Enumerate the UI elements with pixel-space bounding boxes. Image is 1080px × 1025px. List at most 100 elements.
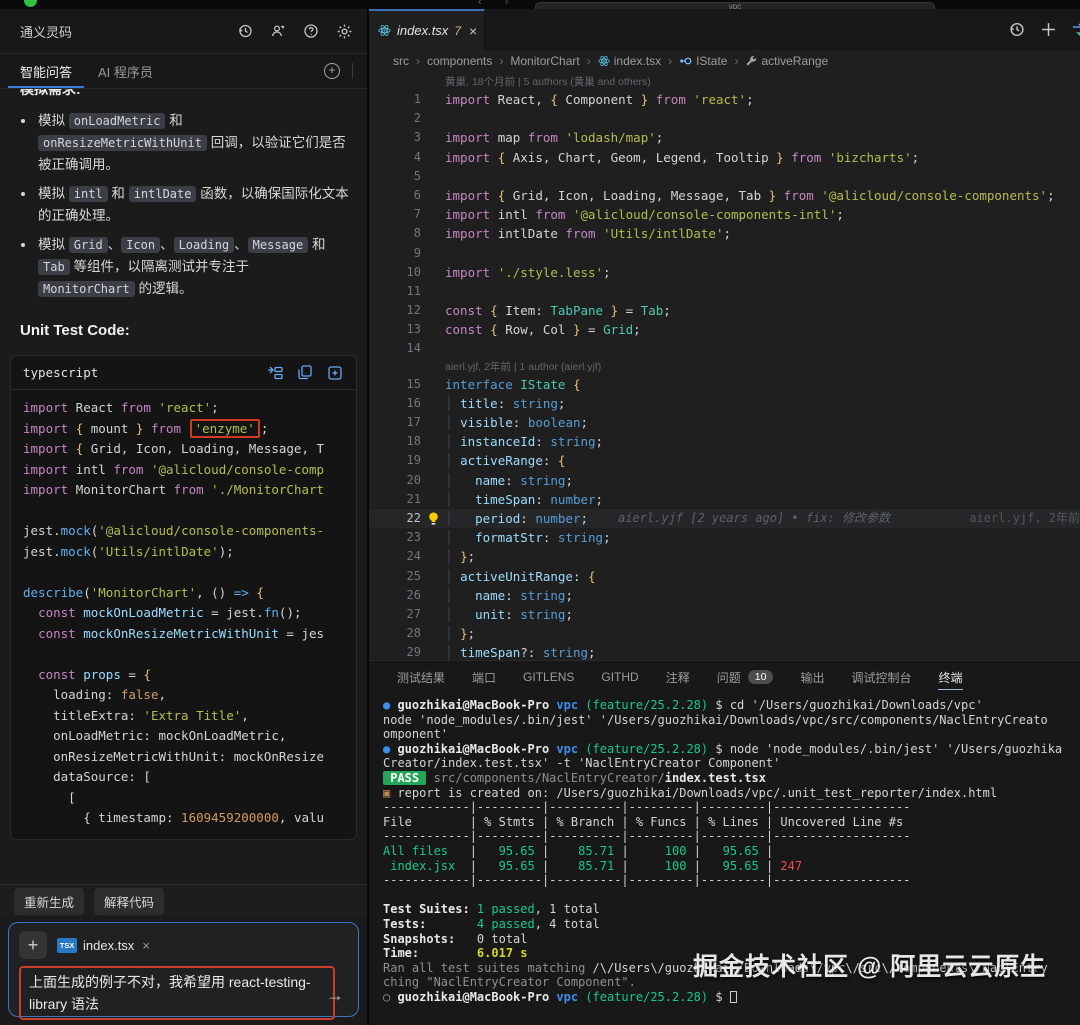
chat-code-lines[interactable]: import React from 'react';import { mount… [11, 390, 356, 839]
context-file-chip[interactable]: TSX index.tsx × [57, 938, 150, 953]
tab-smart-qa[interactable]: 智能问答 [20, 54, 72, 88]
breadcrumb-item[interactable]: index.tsx [598, 54, 661, 68]
lightbulb-icon [421, 128, 445, 147]
breadcrumb-item[interactable]: activeRange [745, 54, 828, 68]
code-line: onLoadMetric: mockOnLoadMetric, [23, 726, 344, 747]
code-line: 8import intlDate from 'Utils/intlDate'; [369, 224, 1080, 243]
breadcrumb-item[interactable]: components [427, 54, 492, 68]
insert-code-icon[interactable] [266, 364, 284, 382]
tab-ai-programmer[interactable]: AI 程序员 [98, 54, 153, 88]
macos-maximize-button[interactable] [24, 0, 37, 7]
lightbulb-icon [421, 186, 445, 205]
inline-code-chip: intl [69, 186, 108, 202]
editor-region: index.tsx 7 × src › components › MonitorChar… [369, 9, 1080, 1025]
assistant-conversation[interactable]: 模拟需求: 模拟 onLoadMetric 和 onResizeMetricWi… [0, 89, 367, 884]
assistant-input-box[interactable]: + TSX index.tsx × 上面生成的例子不对，我希望用 react-t… [8, 922, 359, 1017]
breadcrumb-item[interactable]: MonitorChart [510, 54, 579, 68]
breadcrumb-separator-icon: › [499, 54, 503, 68]
history-icon[interactable] [236, 22, 254, 40]
tab-problem-count: 7 [454, 24, 461, 38]
help-icon[interactable] [302, 22, 320, 40]
lightbulb-icon [421, 375, 445, 394]
lightbulb-icon [421, 451, 445, 470]
assistant-actions: 重新生成 解释代码 [0, 884, 367, 917]
panel-tab-输出[interactable]: 输出 [800, 661, 824, 693]
explain-code-button[interactable]: 解释代码 [94, 888, 164, 915]
code-line: 24│ }; [369, 547, 1080, 566]
timeline-history-icon[interactable] [1007, 21, 1025, 39]
code-line: 25│ activeUnitRange: { [369, 567, 1080, 586]
breadcrumb-item[interactable]: src [393, 54, 409, 68]
breadcrumb-separator-icon: › [668, 54, 672, 68]
list-item: 模拟 intl 和 intlDate 函数，以确保国际化文本的正确处理。 [36, 183, 349, 227]
panel-tab-调试控制台[interactable]: 调试控制台 [851, 661, 911, 693]
lightbulb-icon [421, 282, 445, 301]
new-session-icon[interactable]: + [324, 63, 340, 79]
code-line: titleExtra: 'Extra Title', [23, 706, 344, 727]
interface-icon [679, 55, 692, 67]
panel-tab-终端[interactable]: 终端 [938, 661, 962, 693]
code-line: 7import intl from '@alicloud/console-com… [369, 205, 1080, 224]
panel-tab-GITHD[interactable]: GITHD [601, 661, 638, 693]
settings-gear-icon[interactable] [335, 22, 353, 40]
code-line: const props = { [23, 665, 344, 686]
assistant-tabbar: 智能问答 AI 程序员 + [0, 54, 367, 89]
code-line: const mockOnLoadMetric = jest.fn(); [23, 603, 344, 624]
user-message-annotated[interactable]: 上面生成的例子不对，我希望用 react-testing-library 语法 [19, 966, 335, 1020]
send-icon[interactable]: → [326, 985, 344, 1006]
chip-close-icon[interactable]: × [142, 938, 150, 953]
command-center-search[interactable]: vpc [535, 2, 935, 9]
code-language-label: typescript [23, 365, 266, 380]
code-editor[interactable]: 黄巢, 18个月前 | 5 authors (黄巢 and others)1im… [369, 72, 1080, 660]
code-line: import intl from '@alicloud/console-comp [23, 460, 344, 481]
lightbulb-icon [421, 490, 445, 509]
feedback-person-icon[interactable] [269, 22, 287, 40]
react-file-icon [378, 24, 391, 37]
wrench-icon [745, 55, 757, 67]
code-line: ● guozhikai@MacBook-Pro vpc (feature/25.… [383, 742, 1080, 757]
sync-compare-icon[interactable] [1071, 21, 1080, 39]
code-line: PASS src/components/NaclEntryCreator/ind… [383, 771, 1080, 786]
code-line: 4import { Axis, Chart, Geom, Legend, Too… [369, 148, 1080, 167]
terminal[interactable]: ● guozhikai@MacBook-Pro vpc (feature/25.… [369, 693, 1080, 1025]
nav-arrows-icon[interactable]: ‹ › [478, 0, 518, 8]
lightbulb-icon [421, 605, 445, 624]
new-file-code-icon[interactable] [326, 364, 344, 382]
code-line [23, 562, 344, 583]
assistant-header: 通义灵码 [0, 9, 367, 54]
clipped-heading: 模拟需求: [20, 89, 347, 98]
code-line: Test Suites: 1 passed, 1 total [383, 902, 1080, 917]
new-editor-icon[interactable] [1039, 21, 1057, 39]
code-line: ching "NaclEntryCreator Component". [383, 975, 1080, 990]
code-line: [ [23, 788, 344, 809]
code-line: 27│ unit: string; [369, 605, 1080, 624]
lightbulb-icon [421, 148, 445, 167]
code-line: 19│ activeRange: { [369, 451, 1080, 470]
tab-close-icon[interactable]: × [469, 23, 477, 39]
copy-code-icon[interactable] [296, 364, 314, 382]
inline-code-chip: MonitorChart [38, 281, 135, 297]
code-line: 2 [369, 109, 1080, 128]
panel-tab-注释[interactable]: 注释 [666, 661, 690, 693]
lightbulb-icon [421, 528, 445, 547]
panel-tab-GITLENS[interactable]: GITLENS [523, 661, 574, 693]
regenerate-button[interactable]: 重新生成 [14, 888, 84, 915]
lightbulb-icon [421, 586, 445, 605]
panel-tab-测试结果[interactable]: 测试结果 [397, 661, 445, 693]
lightbulb-icon [421, 339, 445, 358]
add-context-button[interactable]: + [19, 931, 47, 959]
inline-code-chip: Grid [69, 237, 108, 253]
blame-line: 黄巢, 18个月前 | 5 authors (黄巢 and others) [369, 74, 1080, 90]
lightbulb-icon [421, 301, 445, 320]
panel-tab-问题[interactable]: 问题10 [717, 661, 774, 693]
breadcrumb-item[interactable]: IState [679, 54, 727, 68]
lightbulb-icon[interactable] [421, 509, 445, 528]
lightbulb-icon [421, 643, 445, 660]
lightbulb-icon [421, 205, 445, 224]
code-line: Tests: 4 passed, 4 total [383, 917, 1080, 932]
editor-tab-index-tsx[interactable]: index.tsx 7 × [369, 9, 485, 50]
panel-tab-端口[interactable]: 端口 [472, 661, 496, 693]
code-line: 21│ timeSpan: number; [369, 490, 1080, 509]
window-titlebar: ‹ › vpc [0, 0, 1080, 9]
inline-code-chip: Loading [174, 237, 235, 253]
